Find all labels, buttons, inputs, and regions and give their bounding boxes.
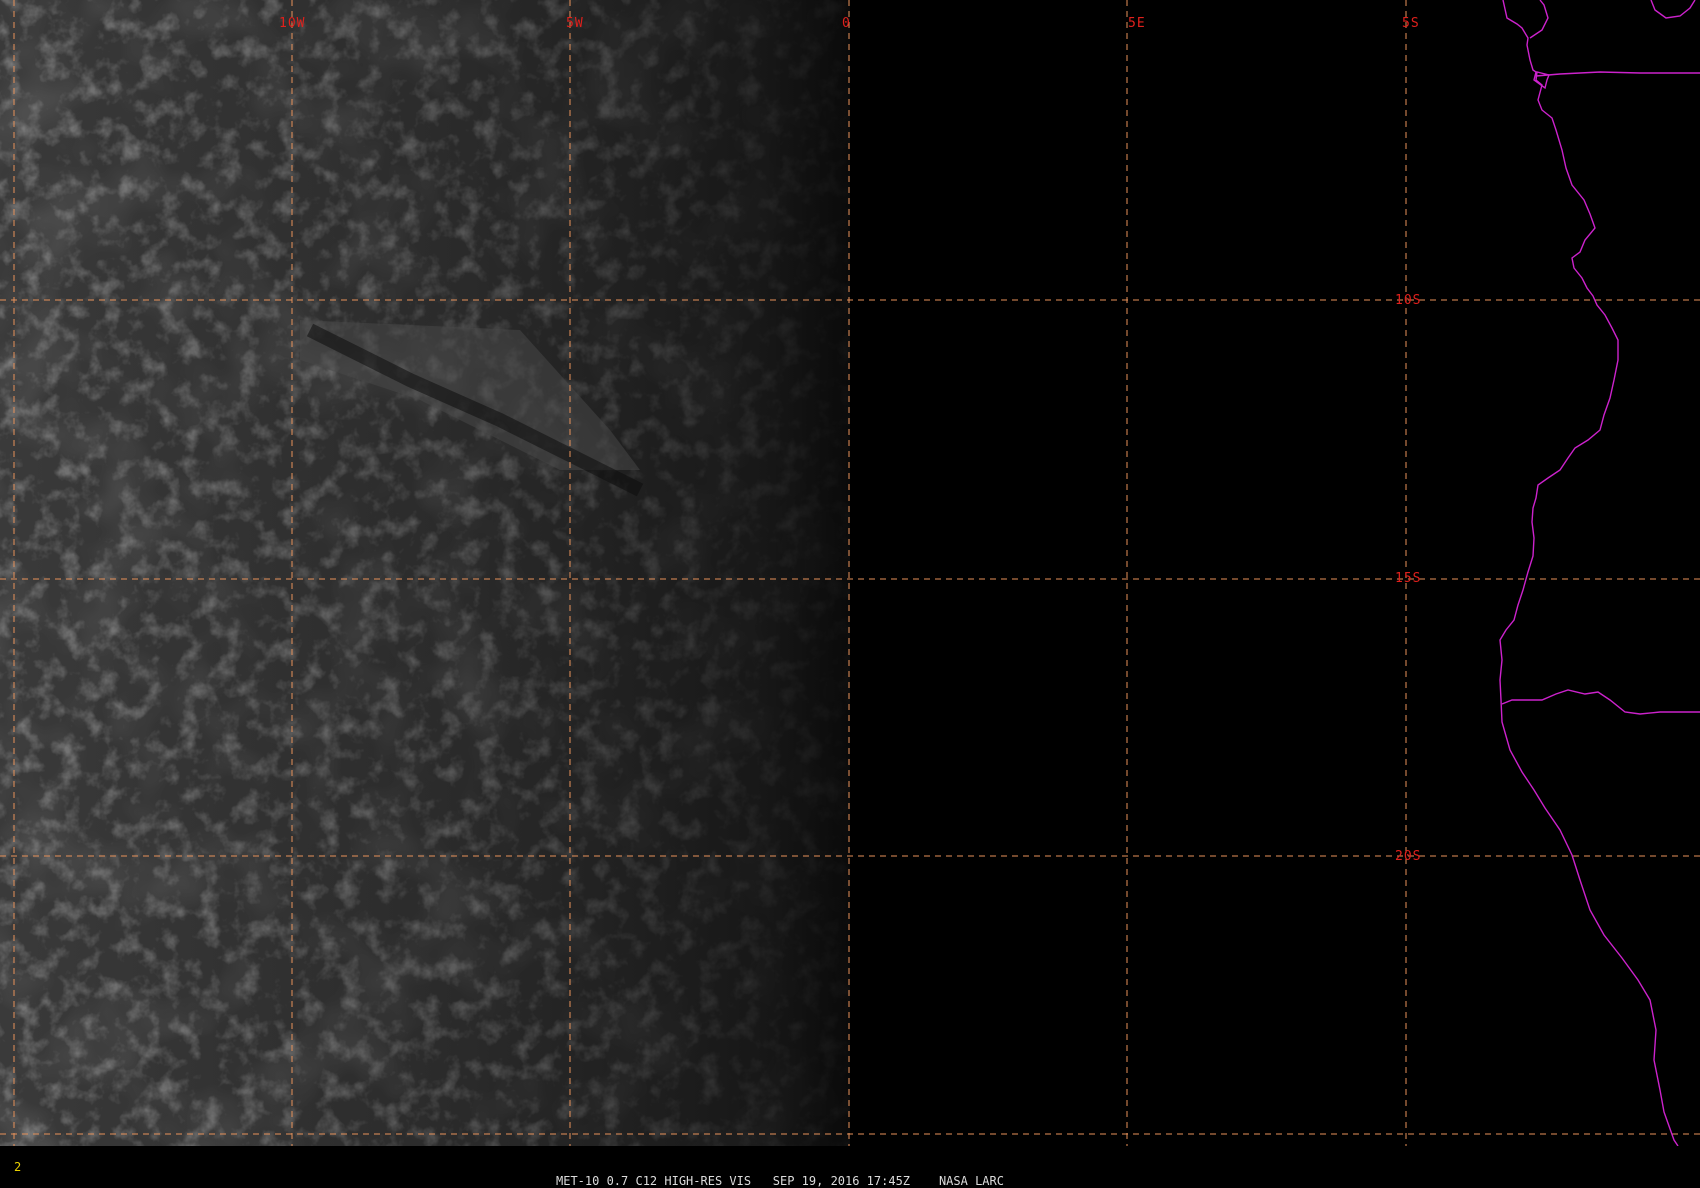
status-bar: 2 MET-10 0.7 C12 HIGH-RES VIS SEP 19, 20… bbox=[0, 1146, 1700, 1188]
lat-label-10s: 10S bbox=[1395, 293, 1421, 308]
lon-label-5w: 5W bbox=[566, 16, 584, 31]
satellite-image-viewer[interactable]: 10W 5W 0 5E 5S 10S 15S 20S bbox=[0, 0, 1700, 1160]
cellular-cloud-field bbox=[0, 0, 850, 1146]
cloud-imagery bbox=[0, 0, 850, 1146]
source-label: NASA LARC bbox=[938, 1174, 1004, 1188]
satellite-map: 10W 5W 0 5E 5S 10S 15S 20S bbox=[0, 0, 1700, 1147]
lon-label-5e: 5E bbox=[1128, 16, 1146, 31]
lat-label-5s: 5S bbox=[1402, 16, 1420, 31]
image-caption: MET-10 0.7 C12 HIGH-RES VIS SEP 19, 2016… bbox=[556, 1174, 1004, 1188]
lon-label-10w: 10W bbox=[279, 16, 305, 31]
lat-label-15s: 15S bbox=[1395, 571, 1421, 586]
datetime-label: SEP 19, 2016 17:45Z bbox=[772, 1174, 911, 1188]
lon-label-0: 0 bbox=[842, 16, 851, 31]
frame-number: 2 bbox=[14, 1160, 22, 1174]
product-label: MET-10 0.7 C12 HIGH-RES VIS bbox=[556, 1174, 752, 1188]
lat-label-20s: 20S bbox=[1395, 849, 1421, 864]
